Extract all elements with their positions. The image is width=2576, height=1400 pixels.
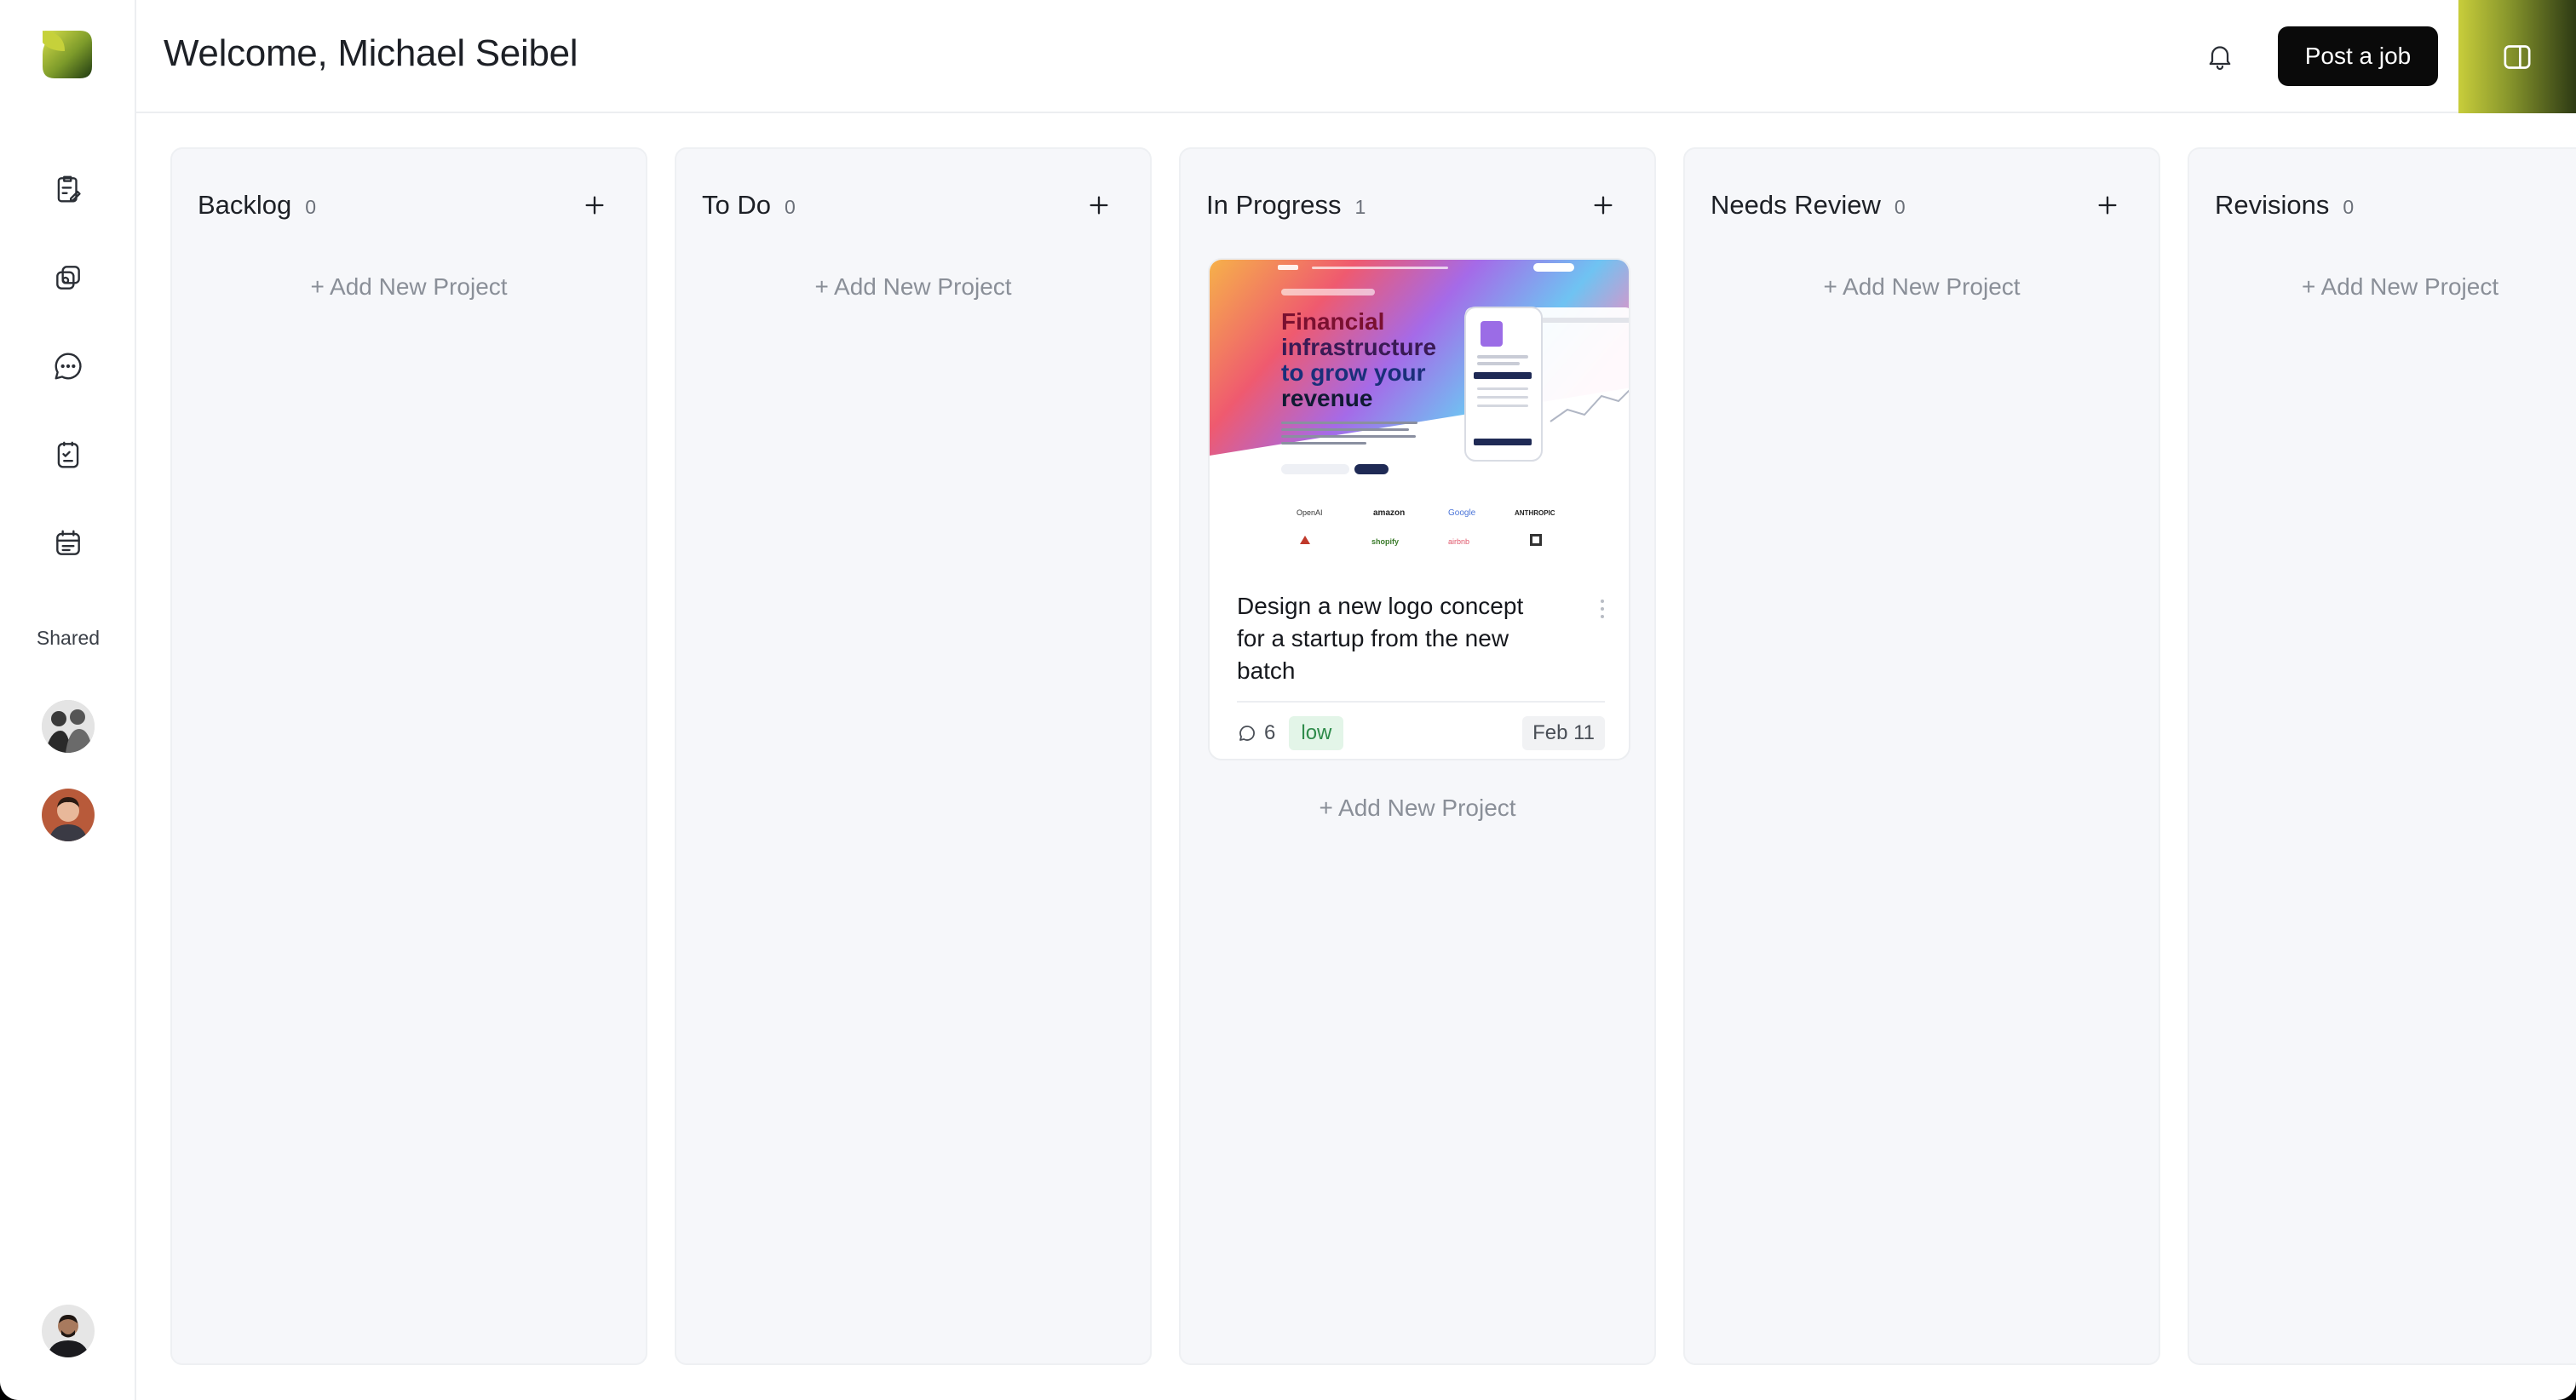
sidebar: Shared xyxy=(0,0,136,1400)
page-title: Welcome, Michael Seibel xyxy=(164,32,578,74)
due-date-badge: Feb 11 xyxy=(1522,716,1605,750)
column-header: Revisions 0 xyxy=(2215,190,2354,221)
column-count: 0 xyxy=(305,196,317,218)
thumb-headline-2: infrastructure xyxy=(1281,334,1436,360)
column-count: 0 xyxy=(784,196,796,218)
comment-icon xyxy=(1239,726,1255,741)
column-count: 0 xyxy=(1894,196,1906,218)
nav-tasks[interactable] xyxy=(49,436,87,473)
nav-calendar[interactable] xyxy=(49,525,87,562)
column-add-button[interactable] xyxy=(2090,188,2125,222)
nav-assets[interactable] xyxy=(49,259,87,296)
card-title: Design a new logo concept for a startup … xyxy=(1237,593,1524,684)
post-job-button[interactable]: Post a job xyxy=(2278,26,2438,86)
column-in-progress: In Progress 1 Financial infrastructure t… xyxy=(1179,147,1656,1365)
thumb-logo-shopify: shopify xyxy=(1371,537,1399,546)
bell-icon xyxy=(2209,46,2231,71)
column-add-button[interactable] xyxy=(1586,188,1620,222)
current-user-avatar[interactable] xyxy=(42,1305,95,1357)
column-needs-review: Needs Review 0 + Add New Project xyxy=(1683,147,2160,1365)
add-new-project-link[interactable]: + Add New Project xyxy=(2189,273,2576,301)
column-title: Revisions xyxy=(2215,190,2330,220)
thumb-headline-4: revenue xyxy=(1281,385,1372,411)
chat-bubble-icon xyxy=(55,353,82,380)
column-backlog: Backlog 0 + Add New Project xyxy=(170,147,647,1365)
sidebar-panel-icon xyxy=(2504,44,2531,69)
card-more-button[interactable] xyxy=(1590,592,1615,626)
card-thumbnail: Financial infrastructure to grow your re… xyxy=(1210,260,1629,566)
notifications-button[interactable] xyxy=(2201,37,2239,75)
plus-icon xyxy=(585,196,604,215)
card-divider xyxy=(1237,701,1605,703)
column-title: To Do xyxy=(702,190,771,220)
add-new-project-link[interactable]: + Add New Project xyxy=(676,273,1150,301)
thumb-headline-3: to grow your xyxy=(1281,359,1426,386)
comment-count-value: 6 xyxy=(1264,721,1276,744)
card-footer: 6 low Feb 11 xyxy=(1237,714,1605,752)
plus-icon xyxy=(2098,196,2117,215)
column-header: Needs Review 0 xyxy=(1711,190,1906,221)
column-add-button[interactable] xyxy=(578,188,612,222)
plus-icon xyxy=(1090,196,1108,215)
column-header: Backlog 0 xyxy=(198,190,316,221)
task-list-icon xyxy=(57,441,79,468)
column-count: 1 xyxy=(1354,196,1366,218)
thumb-logo-openai: OpenAI xyxy=(1297,508,1323,517)
calendar-card-icon xyxy=(56,530,80,555)
shared-avatar-group[interactable] xyxy=(42,700,95,753)
brand-logo[interactable] xyxy=(39,29,95,82)
more-vertical-icon xyxy=(1601,600,1604,618)
column-title: Backlog xyxy=(198,190,292,220)
column-count: 0 xyxy=(2343,196,2355,218)
priority-badge: low xyxy=(1289,716,1344,750)
app-window: Shared Welcome, Michael Seibel Post a jo… xyxy=(0,0,2576,1400)
thumb-headline-1: Financial xyxy=(1281,308,1384,335)
panel-toggle-button[interactable] xyxy=(2458,0,2576,113)
project-card[interactable]: Financial infrastructure to grow your re… xyxy=(1208,258,1630,760)
group-avatar-icon xyxy=(42,700,95,753)
website-preview-image: Financial infrastructure to grow your re… xyxy=(1210,260,1629,566)
add-new-project-link[interactable]: + Add New Project xyxy=(1685,273,2159,301)
thumb-logo-anthropic: ANTHROPIC xyxy=(1515,509,1555,517)
clipboard-edit-icon xyxy=(57,175,81,203)
column-add-button[interactable] xyxy=(1082,188,1116,222)
column-header: In Progress 1 xyxy=(1206,190,1366,221)
person-avatar-icon xyxy=(42,789,95,841)
top-header: Welcome, Michael Seibel Post a job xyxy=(136,0,2576,113)
comment-count[interactable]: 6 xyxy=(1237,721,1275,745)
add-new-project-link[interactable]: + Add New Project xyxy=(1181,795,1654,822)
thumb-logo-amazon: amazon xyxy=(1373,508,1405,518)
column-title: Needs Review xyxy=(1711,190,1881,220)
user-avatar-icon xyxy=(42,1305,95,1357)
shared-section-label: Shared xyxy=(36,627,101,649)
nav-projects[interactable] xyxy=(49,170,87,208)
add-new-project-link[interactable]: + Add New Project xyxy=(172,273,646,301)
nav-messages[interactable] xyxy=(49,347,87,385)
thumb-logo-google: Google xyxy=(1448,508,1476,518)
column-todo: To Do 0 + Add New Project xyxy=(675,147,1152,1365)
thumb-logo-airbnb: airbnb xyxy=(1448,537,1469,546)
layers-icon xyxy=(56,266,80,290)
kanban-board: Backlog 0 + Add New Project To Do 0 + Ad… xyxy=(170,147,2576,1365)
plus-icon xyxy=(1594,196,1613,215)
shared-avatar-user[interactable] xyxy=(42,789,95,841)
column-header: To Do 0 xyxy=(702,190,796,221)
column-title: In Progress xyxy=(1206,190,1342,220)
column-revisions: Revisions 0 + Add New Project xyxy=(2188,147,2576,1365)
